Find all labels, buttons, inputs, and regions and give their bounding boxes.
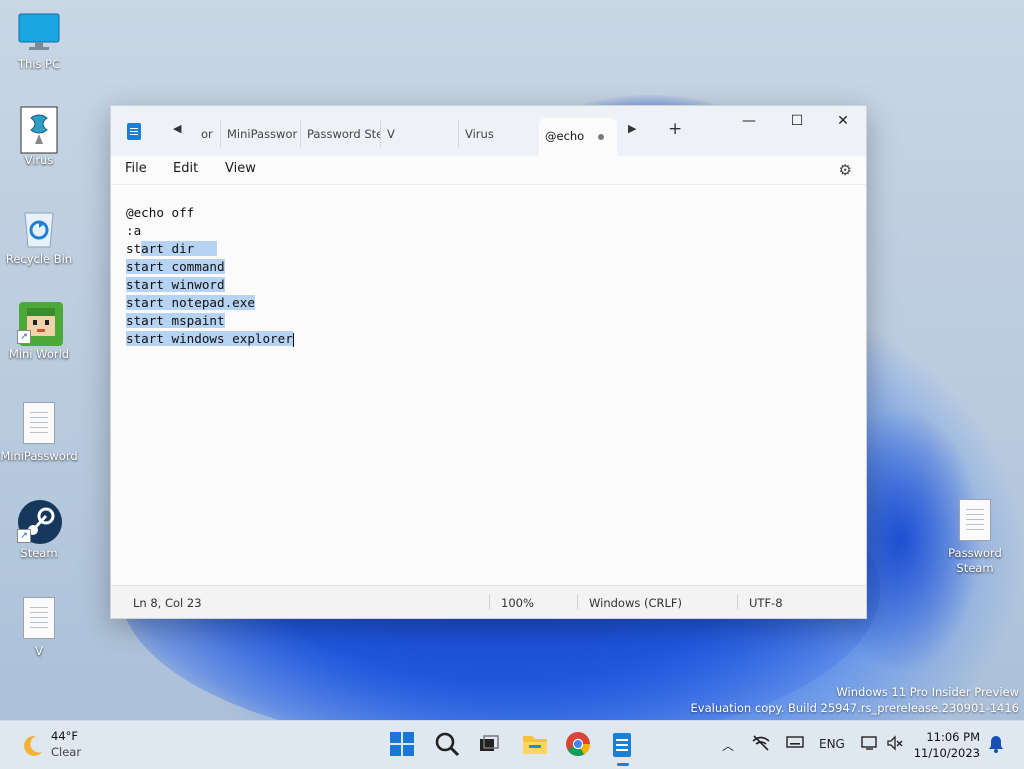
os-watermark: Windows 11 Pro Insider Preview Evaluatio… xyxy=(690,685,1019,715)
editor-line: @echo off xyxy=(126,205,195,220)
desktop-icon-minipassword[interactable]: MiniPassword xyxy=(0,402,78,463)
desktop-icon-this-pc[interactable]: This PC xyxy=(0,10,78,71)
text-file-icon xyxy=(953,499,997,543)
menu-file[interactable]: File xyxy=(125,161,147,176)
settings-gear-icon[interactable]: ⚙ xyxy=(839,161,852,179)
tab-or[interactable]: or xyxy=(195,120,221,148)
desktop-icon-password-steam[interactable]: Password Steam xyxy=(936,499,1014,576)
tab-v[interactable]: V xyxy=(381,120,459,148)
status-bar: Ln 8, Col 23 100% Windows (CRLF) UTF-8 xyxy=(111,585,866,618)
menu-view[interactable]: View xyxy=(225,161,256,176)
desktop-icon-label: Steam xyxy=(20,546,58,560)
tab-virus[interactable]: Virus xyxy=(459,120,539,148)
search-icon[interactable] xyxy=(434,731,462,759)
zoom-level: 100% xyxy=(501,596,534,610)
display-icon[interactable] xyxy=(861,735,879,754)
weather-condition: Clear xyxy=(51,745,82,759)
volume-muted-icon[interactable] xyxy=(886,735,904,754)
desktop-icon-steam[interactable]: ↗ Steam xyxy=(0,499,78,560)
text-file-icon xyxy=(17,597,61,641)
text-caret xyxy=(292,332,294,347)
tab-minipassword[interactable]: MiniPasswor xyxy=(221,120,301,148)
editor-line: start dir xyxy=(126,240,866,258)
notepad-window: ◀ or MiniPasswor Password Ste V Virus @e… xyxy=(110,105,867,619)
scroll-tabs-right-icon[interactable]: ▶ xyxy=(628,122,636,135)
desktop-icon-label: Password Steam xyxy=(948,546,1002,575)
editor-line: start notepad.exe xyxy=(126,295,255,310)
title-bar[interactable]: ◀ or MiniPasswor Password Ste V Virus @e… xyxy=(111,106,866,156)
desktop-icon-label: V xyxy=(35,644,43,658)
moon-icon xyxy=(24,735,42,756)
network-offline-icon[interactable] xyxy=(752,735,770,754)
input-language[interactable]: ENG xyxy=(819,737,845,751)
minimize-button[interactable]: — xyxy=(726,106,772,136)
tab-password-steam[interactable]: Password Ste xyxy=(301,120,381,148)
close-button[interactable]: ✕ xyxy=(820,106,866,136)
tab-strip: or MiniPasswor Password Ste V Virus @ech… xyxy=(195,118,617,156)
notification-bell-icon[interactable] xyxy=(988,735,1004,756)
shortcut-arrow-icon: ↗ xyxy=(17,330,31,344)
clock-date: 11/10/2023 xyxy=(913,746,980,760)
editor-line: start mspaint xyxy=(126,313,225,328)
encoding: UTF-8 xyxy=(749,596,783,610)
notepad-app-icon xyxy=(127,123,141,140)
menu-edit[interactable]: Edit xyxy=(173,161,198,176)
text-editor[interactable]: @echo off :a start dir start command sta… xyxy=(111,198,866,586)
maximize-button[interactable]: ☐ xyxy=(774,106,820,136)
tab-active-label: @echo xyxy=(545,129,585,143)
tab-active[interactable]: @echo xyxy=(539,118,617,156)
file-explorer-icon[interactable] xyxy=(521,731,549,759)
desktop-icon-label: Recycle Bin xyxy=(5,252,73,266)
desktop-icon-label: MiniPassword xyxy=(0,449,78,463)
game-icon: ↗ xyxy=(17,300,63,346)
desktop-icon-v[interactable]: V xyxy=(0,597,78,658)
cursor-position: Ln 8, Col 23 xyxy=(133,596,202,610)
taskbar: 44°F Clear ︿ ENG 11:06 PM 11/10/2023 xyxy=(0,720,1024,769)
clock-time: 11:06 PM xyxy=(926,730,980,744)
editor-line: start winword xyxy=(126,277,225,292)
system-clock[interactable]: 11:06 PM 11/10/2023 xyxy=(914,729,980,761)
show-hidden-icons-chevron-icon[interactable]: ︿ xyxy=(722,737,734,754)
menu-bar: File Edit View ⚙ xyxy=(111,156,866,185)
desktop-icon-recycle-bin[interactable]: Recycle Bin xyxy=(0,205,78,266)
desktop-icon-virus[interactable]: Virus xyxy=(0,106,78,167)
steam-icon: ↗ xyxy=(17,499,62,544)
scroll-tabs-left-icon[interactable]: ◀ xyxy=(173,122,181,135)
line-ending: Windows (CRLF) xyxy=(589,596,683,610)
new-tab-button[interactable]: + xyxy=(668,119,682,139)
chrome-icon[interactable] xyxy=(565,731,593,759)
monitor-icon xyxy=(17,10,61,54)
start-button[interactable] xyxy=(389,731,417,759)
keyboard-icon[interactable] xyxy=(786,735,804,752)
desktop-icon-label: Mini World xyxy=(8,347,70,361)
notepad-taskbar-icon[interactable] xyxy=(609,731,637,766)
editor-line: start command xyxy=(126,259,225,274)
desktop-icon-label: Virus xyxy=(24,153,54,167)
desktop-icon-label: This PC xyxy=(17,57,61,71)
shortcut-arrow-icon: ↗ xyxy=(17,529,31,543)
editor-line: :a xyxy=(126,223,142,238)
batch-file-icon xyxy=(17,106,61,154)
desktop-icon-mini-world[interactable]: ↗ Mini World xyxy=(0,300,78,361)
editor-line: start windows explorer xyxy=(126,331,294,347)
text-file-icon xyxy=(17,402,61,446)
weather-temp: 44°F xyxy=(51,729,78,743)
unsaved-dot-icon[interactable] xyxy=(598,133,605,140)
recycle-bin-icon xyxy=(17,205,61,249)
task-view-icon[interactable] xyxy=(476,731,504,759)
